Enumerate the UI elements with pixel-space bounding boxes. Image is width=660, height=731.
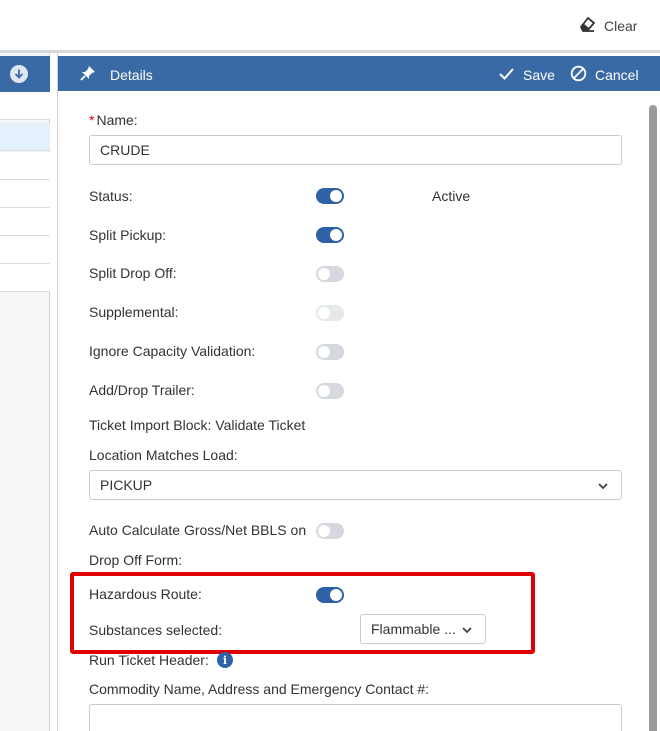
chevron-down-icon (597, 479, 609, 491)
list-item[interactable] (0, 236, 50, 264)
cancel-label: Cancel (595, 67, 639, 83)
split-dropoff-toggle[interactable] (316, 266, 344, 282)
location-matches-label: Location Matches Load: (89, 447, 238, 463)
details-header: Details Save Cancel (58, 56, 660, 91)
list-item[interactable] (0, 152, 50, 180)
toggle-knob (330, 589, 342, 601)
eraser-icon (578, 15, 596, 36)
auto-calc-label: Auto Calculate Gross/Net BBLS on (89, 522, 307, 538)
supplemental-toggle[interactable] (316, 305, 344, 321)
toggle-knob (318, 268, 330, 280)
list-panel (0, 53, 50, 731)
check-icon (498, 65, 515, 85)
name-input[interactable]: CRUDE (89, 135, 622, 165)
name-label: Name: (96, 112, 138, 128)
toggle-knob (330, 229, 342, 241)
top-toolbar: Clear (0, 0, 660, 50)
drop-off-form-label: Drop Off Form: (89, 552, 183, 568)
list-item[interactable] (0, 208, 50, 236)
run-ticket-header-label: Run Ticket Header: (89, 652, 209, 668)
toggle-knob (318, 385, 330, 397)
cancel-button[interactable]: Cancel (570, 65, 639, 85)
supplemental-label: Supplemental: (89, 304, 179, 320)
location-matches-select[interactable]: PICKUP (89, 470, 622, 500)
list-item[interactable] (0, 92, 50, 120)
ticket-import-label: Ticket Import Block: Validate Ticket (89, 417, 306, 433)
hazardous-route-toggle[interactable] (316, 587, 344, 603)
ban-icon (570, 65, 587, 85)
hazardous-route-label: Hazardous Route: (89, 586, 202, 602)
add-drop-trailer-toggle[interactable] (316, 383, 344, 399)
status-toggle[interactable] (316, 188, 344, 204)
commodity-label: Commodity Name, Address and Emergency Co… (89, 681, 430, 697)
toggle-knob (330, 190, 342, 202)
save-button[interactable]: Save (498, 65, 555, 85)
auto-calc-toggle[interactable] (316, 523, 344, 539)
split-pickup-toggle[interactable] (316, 227, 344, 243)
required-mark: * (89, 112, 95, 128)
name-label-row: * Name: (89, 112, 138, 128)
list-item-selected[interactable] (0, 123, 50, 151)
substances-select[interactable]: Flammable ... (360, 614, 486, 644)
split-dropoff-label: Split Drop Off: (89, 265, 177, 281)
substances-value: Flammable ... (371, 621, 456, 637)
clear-button[interactable]: Clear (578, 15, 637, 36)
split-pickup-label: Split Pickup: (89, 227, 167, 243)
chevron-down-icon (461, 623, 473, 635)
details-scrollbar[interactable] (649, 105, 657, 731)
details-title: Details (80, 65, 153, 84)
ignore-capacity-toggle[interactable] (316, 344, 344, 360)
list-item[interactable] (0, 264, 50, 292)
toggle-knob (318, 525, 330, 537)
status-label: Status: (89, 188, 133, 204)
save-label: Save (523, 67, 555, 83)
info-icon[interactable]: i (217, 652, 233, 668)
toggle-knob (318, 346, 330, 358)
substances-label: Substances selected: (89, 622, 223, 638)
add-drop-trailer-label: Add/Drop Trailer: (89, 382, 195, 398)
details-panel: Details Save Cancel * Name: CRUDE Status:… (57, 53, 660, 731)
toggle-knob (318, 307, 330, 319)
commodity-textarea[interactable] (89, 704, 622, 731)
pin-icon (80, 65, 96, 84)
status-text: Active (432, 188, 471, 204)
location-matches-value: PICKUP (100, 477, 153, 493)
clear-label: Clear (604, 17, 638, 34)
details-title-label: Details (110, 66, 153, 83)
list-item[interactable] (0, 180, 50, 208)
download-icon[interactable] (10, 65, 28, 83)
ignore-capacity-label: Ignore Capacity Validation: (89, 343, 256, 359)
list-panel-header (0, 56, 50, 92)
